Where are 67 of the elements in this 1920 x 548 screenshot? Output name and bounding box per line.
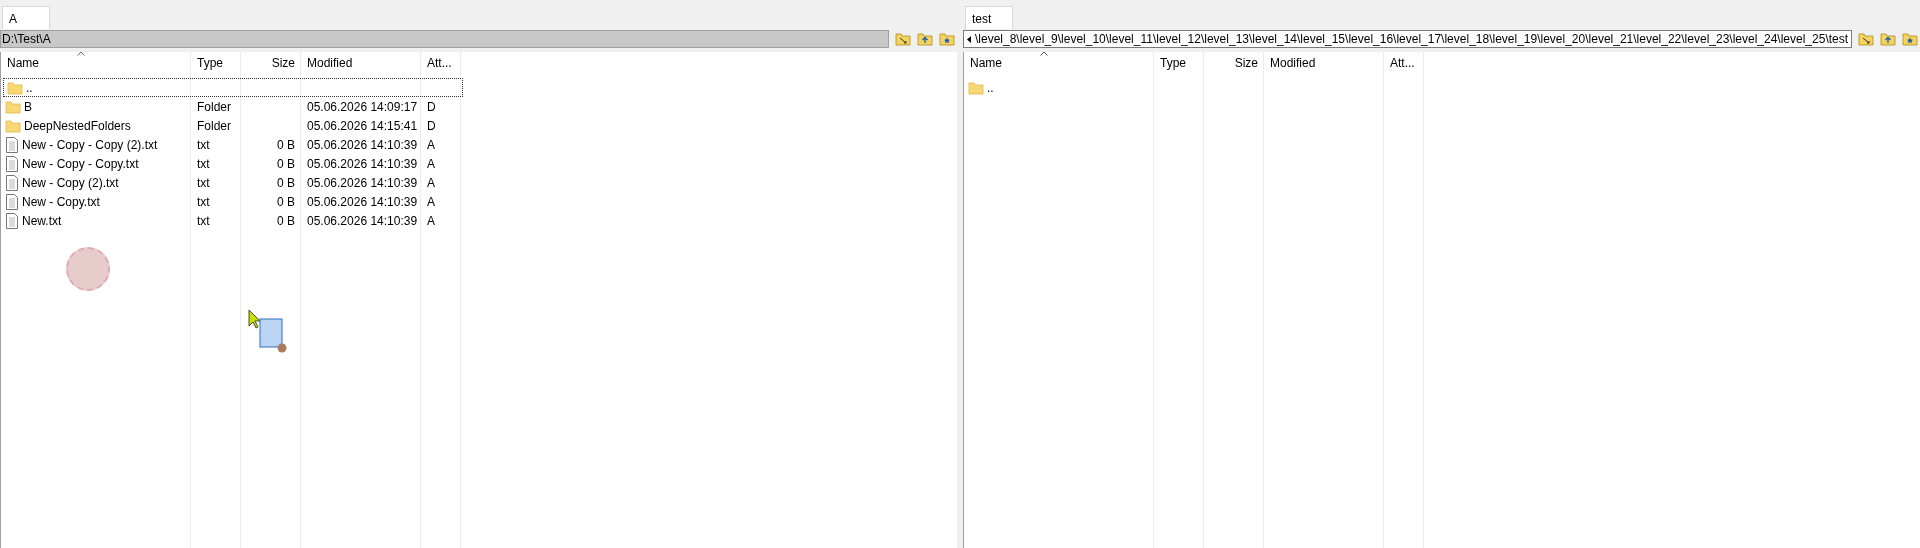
file-size: 0 B	[277, 193, 295, 211]
file-attributes: A	[427, 174, 435, 192]
file-name: ..	[987, 79, 994, 97]
file-attributes: A	[427, 155, 435, 173]
column-header[interactable]: Att...	[421, 52, 461, 74]
file-name: New.txt	[22, 212, 62, 230]
file-modified: 05.06.2026 14:10:39	[307, 193, 418, 211]
file-name: New - Copy - Copy.txt	[22, 155, 139, 173]
file-attributes: A	[427, 136, 435, 154]
folder-star-icon[interactable]	[939, 32, 955, 46]
file-attributes: A	[427, 212, 435, 230]
path-field[interactable]: D:\Test\A	[0, 30, 889, 48]
column-header[interactable]: Modified	[301, 52, 421, 74]
file-attributes: D	[427, 117, 436, 135]
column-header[interactable]: Att...	[1384, 52, 1424, 74]
column-header[interactable]: Size	[241, 52, 301, 74]
file-type: Folder	[197, 98, 231, 116]
file-size: 0 B	[277, 136, 295, 154]
file-type: txt	[197, 193, 210, 211]
sort-ascending-icon	[77, 52, 85, 56]
file-size: 0 B	[277, 174, 295, 192]
file-attributes: A	[427, 193, 435, 211]
file-modified: 05.06.2026 14:09:17	[307, 98, 418, 116]
file-name: New - Copy (2).txt	[22, 174, 119, 192]
file-modified: 05.06.2026 14:10:39	[307, 136, 418, 154]
file-type: Folder	[197, 117, 231, 135]
file-type: txt	[197, 212, 210, 230]
sort-ascending-icon	[1040, 52, 1048, 56]
file-row[interactable]: ..	[964, 78, 1920, 97]
file-modified: 05.06.2026 14:10:39	[307, 174, 418, 192]
column-header[interactable]: Name	[1, 52, 191, 74]
file-modified: 05.06.2026 14:10:39	[307, 212, 418, 230]
file-attributes: D	[427, 98, 436, 116]
column-header[interactable]: Type	[1154, 52, 1204, 74]
file-name: DeepNestedFolders	[24, 117, 131, 135]
folder-up-icon[interactable]	[1880, 32, 1896, 46]
file-modified: 05.06.2026 14:15:41	[307, 117, 418, 135]
panel-tab[interactable]: A	[2, 6, 50, 29]
folder-arrow-icon[interactable]	[1858, 32, 1874, 46]
column-header[interactable]: Modified	[1264, 52, 1384, 74]
file-type: txt	[197, 136, 210, 154]
file-row[interactable]: B Folder 05.06.2026 14:09:17 D	[1, 97, 957, 116]
column-header[interactable]: Name	[964, 52, 1154, 74]
file-name: B	[24, 98, 32, 116]
file-size: 0 B	[277, 212, 295, 230]
file-row[interactable]: New - Copy - Copy (2).txt txt 0 B 05.06.2026 14:10:39 A	[1, 135, 957, 154]
file-size: 0 B	[277, 155, 295, 173]
file-row[interactable]: ..	[3, 78, 463, 97]
folder-arrow-icon[interactable]	[895, 32, 911, 46]
file-name: New - Copy.txt	[22, 193, 100, 211]
file-row[interactable]: New - Copy (2).txt txt 0 B 05.06.2026 14:10:39 A	[1, 173, 957, 192]
file-name: New - Copy - Copy (2).txt	[22, 136, 158, 154]
click-indicator-icon	[66, 247, 110, 291]
column-header[interactable]: Size	[1204, 52, 1264, 74]
file-type: txt	[197, 174, 210, 192]
folder-star-icon[interactable]	[1902, 32, 1918, 46]
file-row[interactable]: New - Copy.txt txt 0 B 05.06.2026 14:10:39 A	[1, 192, 957, 211]
path-text: D:\Test\A	[1, 31, 51, 47]
file-name: ..	[26, 79, 33, 97]
file-type: txt	[197, 155, 210, 173]
column-header[interactable]: Type	[191, 52, 241, 74]
file-row[interactable]: DeepNestedFolders Folder 05.06.2026 14:15:41 D	[1, 116, 957, 135]
folder-up-icon[interactable]	[917, 32, 933, 46]
panel-tab[interactable]: test	[965, 6, 1013, 29]
file-row[interactable]: New.txt txt 0 B 05.06.2026 14:10:39 A	[1, 211, 957, 230]
file-row[interactable]: New - Copy - Copy.txt txt 0 B 05.06.2026 14:10:39 A	[1, 154, 957, 173]
file-modified: 05.06.2026 14:10:39	[307, 155, 418, 173]
